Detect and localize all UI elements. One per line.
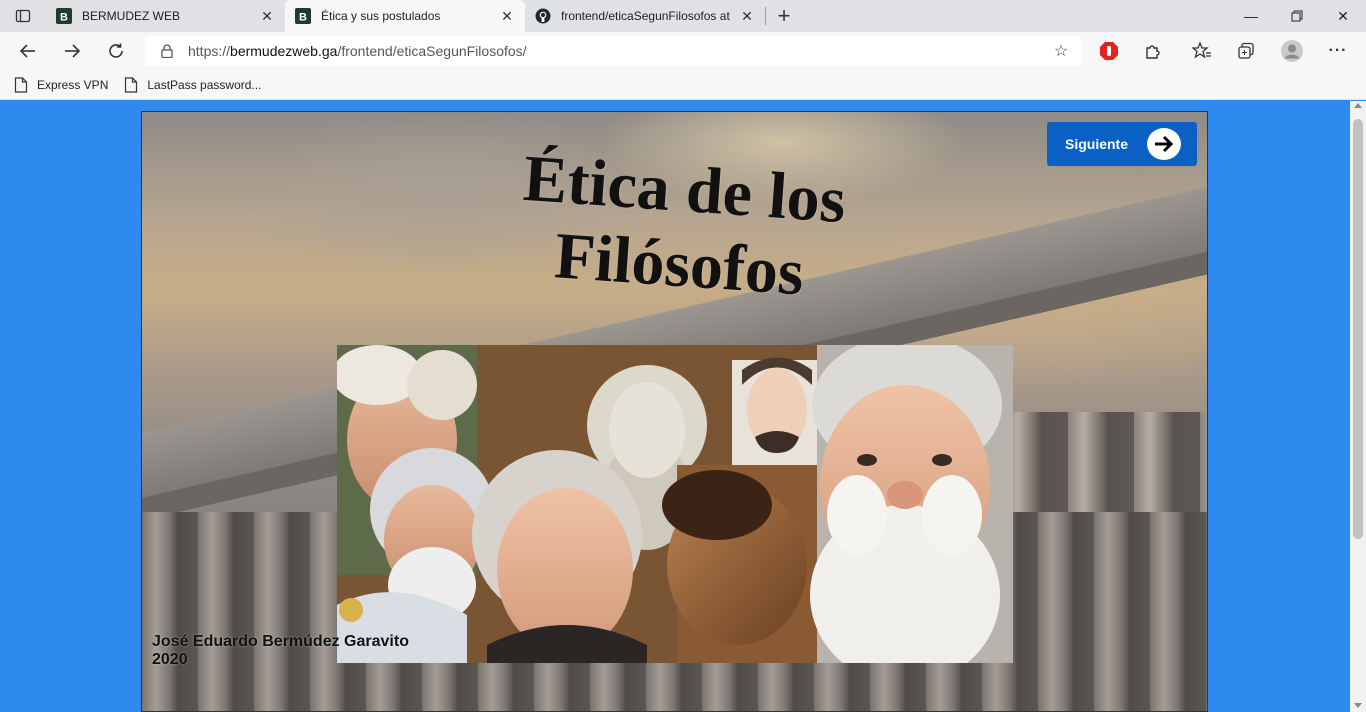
- scroll-up-icon[interactable]: [1354, 103, 1362, 108]
- new-tab-button[interactable]: +: [766, 0, 802, 32]
- forward-button[interactable]: [57, 36, 87, 66]
- close-tab-icon[interactable]: ✕: [499, 8, 515, 24]
- scroll-down-icon[interactable]: [1354, 703, 1362, 708]
- favorites-list-icon: [1192, 42, 1211, 59]
- close-window-button[interactable]: ✕: [1320, 0, 1366, 32]
- collections-icon: [1238, 42, 1254, 59]
- avatar-icon: [1281, 40, 1303, 62]
- page-title: Ética de los Filósofos: [447, 136, 916, 318]
- adblock-icon: [1100, 42, 1118, 60]
- page-icon: [125, 76, 138, 93]
- minimize-icon: —: [1244, 8, 1258, 24]
- browser-toolbar: https://bermudezweb.ga/frontend/eticaSeg…: [0, 32, 1366, 70]
- tab-title: frontend/eticaSegunFilosofos at: [561, 9, 730, 23]
- bookmark-lastpass[interactable]: LastPass password...: [124, 76, 262, 93]
- url-domain: bermudezweb.ga: [230, 43, 338, 59]
- tab-bermudez-web[interactable]: B BERMUDEZ WEB ✕: [46, 0, 285, 32]
- tab-etica[interactable]: B Ética y sus postulados ✕: [285, 0, 525, 32]
- tab-title: Ética y sus postulados: [321, 9, 441, 23]
- bookmarks-bar: Express VPN LastPass password...: [0, 70, 1366, 100]
- restore-icon: [1291, 10, 1303, 22]
- window-controls: — ✕: [1228, 0, 1366, 32]
- author-credit: José Eduardo Bermúdez Garavito 2020: [152, 633, 409, 669]
- restore-button[interactable]: [1274, 0, 1320, 32]
- favorites-button[interactable]: [1188, 37, 1216, 65]
- bermudez-b-icon: B: [56, 8, 72, 24]
- tab-title: BERMUDEZ WEB: [82, 9, 181, 23]
- svg-text:B: B: [60, 12, 68, 24]
- refresh-icon: [109, 43, 123, 58]
- plus-icon: +: [777, 3, 791, 28]
- close-icon: ✕: [1337, 7, 1349, 24]
- minimize-button[interactable]: —: [1228, 0, 1274, 32]
- bermudez-b-icon: B: [295, 8, 311, 24]
- back-arrow-icon: [19, 44, 35, 58]
- next-button-label: Siguiente: [1065, 136, 1129, 152]
- vertical-scrollbar[interactable]: [1350, 101, 1366, 712]
- add-favorite-button[interactable]: ☆: [1049, 39, 1073, 63]
- collections-button[interactable]: [1232, 37, 1260, 65]
- settings-menu-button[interactable]: ···: [1324, 37, 1352, 65]
- refresh-button[interactable]: [101, 36, 131, 66]
- bookmark-express-vpn[interactable]: Express VPN: [14, 76, 109, 93]
- tab-actions-icon: [15, 9, 31, 23]
- arrow-right-icon: [1147, 128, 1181, 160]
- more-icon: ···: [1328, 42, 1348, 59]
- scrollbar-thumb[interactable]: [1353, 119, 1363, 539]
- tab-github[interactable]: frontend/eticaSegunFilosofos at ✕: [525, 0, 765, 32]
- tab-actions-button[interactable]: [0, 0, 46, 32]
- address-bar[interactable]: https://bermudezweb.ga/frontend/eticaSeg…: [145, 36, 1081, 66]
- tab-strip: B BERMUDEZ WEB ✕ B Ética y sus postulado…: [0, 0, 1366, 32]
- philosophers-collage-image: [337, 345, 1013, 663]
- url-text[interactable]: https://bermudezweb.ga/frontend/eticaSeg…: [188, 43, 1049, 59]
- lock-icon[interactable]: [159, 43, 175, 59]
- author-year: 2020: [152, 651, 188, 668]
- url-path: /frontend/eticaSegunFilosofos/: [337, 43, 527, 59]
- next-button[interactable]: Siguiente: [1047, 122, 1197, 166]
- close-tab-icon[interactable]: ✕: [739, 8, 755, 24]
- bookmark-label: LastPass password...: [147, 77, 262, 92]
- back-button[interactable]: [13, 36, 43, 66]
- author-name: José Eduardo Bermúdez Garavito: [152, 633, 409, 650]
- bookmark-label: Express VPN: [37, 77, 109, 92]
- puzzle-icon: [1146, 45, 1160, 59]
- adblock-extension-button[interactable]: [1095, 37, 1123, 65]
- forward-arrow-icon: [65, 44, 81, 58]
- svg-text:B: B: [299, 12, 307, 24]
- extensions-button[interactable]: [1139, 37, 1167, 65]
- page-viewport: Ética de los Filósofos Siguiente José Ed…: [0, 101, 1350, 712]
- github-icon: [535, 8, 551, 24]
- close-tab-icon[interactable]: ✕: [259, 8, 275, 24]
- profile-button[interactable]: [1278, 37, 1306, 65]
- presentation-stage: Ética de los Filósofos Siguiente José Ed…: [141, 111, 1208, 712]
- url-prefix: https://: [188, 43, 231, 59]
- page-icon: [14, 76, 28, 93]
- star-add-icon: ☆: [1053, 43, 1069, 60]
